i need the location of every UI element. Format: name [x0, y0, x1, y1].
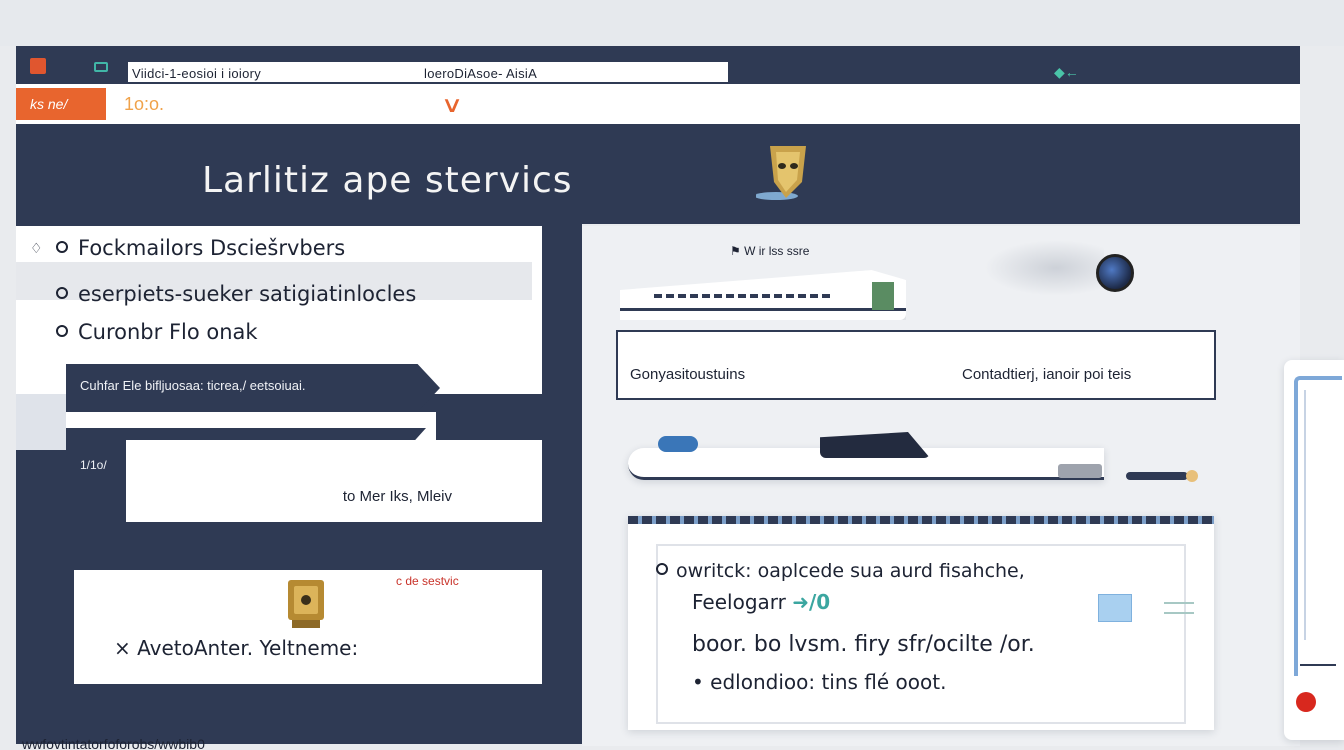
notice-line: • edlondioo: tins flé ooot.	[692, 670, 947, 694]
close-icon[interactable]	[30, 58, 46, 74]
tab-icon	[94, 62, 108, 72]
checkbox[interactable]	[1098, 594, 1132, 622]
ribbon-underlay	[66, 412, 436, 460]
list-item[interactable]: eserpiets-sueker satigiatinlocles	[56, 282, 416, 306]
filter-right-label: Contadtierj, ianoir poi teis	[962, 366, 1132, 383]
view-card[interactable]: to Mer Iks, Mleiv	[126, 440, 542, 522]
slider-baseline	[620, 308, 906, 311]
toggle-knob[interactable]	[658, 436, 698, 452]
expand-icon[interactable]: ♢	[30, 240, 43, 257]
notice-line: boor. bo lvsm. firy sfr/ocilte /or.	[692, 632, 1035, 657]
drag-handle[interactable]	[1058, 464, 1102, 478]
toggle-pill[interactable]	[820, 432, 930, 458]
list-item[interactable]: Fockmailors Dsciešrvbers	[56, 236, 345, 260]
notice-text: owritck: oaplcede sua aurd fisahche,	[676, 560, 1025, 582]
notice-card: owritck: oaplcede sua aurd fisahche, Fee…	[628, 516, 1214, 730]
chevron-down-icon[interactable]: ∨	[441, 92, 464, 118]
primary-action-button[interactable]: ks ne/	[16, 88, 106, 120]
notice-stripe	[628, 516, 1214, 524]
shield-icon	[756, 146, 806, 200]
footer-url[interactable]: wwfovtintatorfoforobs/wwbib0	[22, 736, 205, 750]
scroll-guide	[1304, 390, 1306, 640]
side-panel	[1284, 360, 1344, 740]
window-title-bar: Viidci-1-eosioi i ioiory loeroDiAsoe- Ai…	[16, 46, 1300, 84]
view-link[interactable]: to Mer Iks, Mleiv	[343, 488, 452, 505]
zoom-label: 1o:o.	[124, 94, 165, 114]
record-icon[interactable]	[1296, 692, 1316, 712]
list-item-label: eserpiets-sueker satigiatinlocles	[78, 282, 417, 306]
tab-primary[interactable]: Viidci-1-eosioi i ioiory	[132, 66, 261, 81]
list-item-label: Fockmailors Dsciešrvbers	[78, 236, 346, 260]
scroll-tick	[1300, 656, 1336, 666]
arrow-icon: ➜/0	[792, 590, 831, 614]
radio-icon	[56, 241, 68, 253]
version-label: 1/1o/	[80, 458, 107, 472]
page-title: Larlitiz ape stervics	[202, 160, 573, 201]
slider-handle[interactable]	[872, 282, 894, 310]
list-item[interactable]: Curonbr Flo onak	[56, 320, 258, 344]
welcome-card: c de sestvic × AvetoAnter. Yeltneme:	[74, 570, 542, 684]
notice-line: owritck: oaplcede sua aurd fisahche,	[656, 560, 1025, 582]
menu-icon[interactable]	[1164, 602, 1194, 614]
filter-field[interactable]: Gonyasitoustuins Contadtierj, ianoir poi…	[616, 330, 1216, 400]
lock-icon	[288, 580, 324, 628]
info-ribbon: Cuhfar Ele bifljuosaa: ticrea,/ eetsoiua…	[66, 364, 440, 412]
page-header: Larlitiz ape stervics	[16, 124, 1300, 224]
radio-icon	[656, 563, 668, 575]
toolbar: ks ne/ 1o:o. ∨	[16, 84, 1300, 124]
panel-gutter	[16, 394, 66, 450]
radio-icon	[56, 287, 68, 299]
sync-icon[interactable]: ◆←	[1054, 64, 1079, 81]
toggle-track[interactable]	[628, 426, 1104, 482]
background-decoration	[984, 240, 1104, 296]
globe-icon[interactable]	[1096, 254, 1134, 292]
notice-text: Feelogarr	[692, 590, 786, 614]
tab-secondary[interactable]: loeroDiAsoe- AisiA	[424, 66, 537, 81]
site-label: ⚑ W ir lss ssre	[730, 244, 810, 258]
filter-left-label: Gonyasitoustuins	[630, 366, 746, 383]
desktop-background	[0, 0, 1344, 46]
hint-text: c de sestvic	[396, 574, 459, 588]
pen-icon[interactable]	[1126, 470, 1198, 482]
list-item-label: Curonbr Flo onak	[78, 320, 258, 344]
scroll-rail[interactable]	[1294, 376, 1342, 676]
notice-line: Feelogarr ➜/0	[692, 590, 830, 614]
radio-icon	[56, 325, 68, 337]
slider-dashes	[654, 294, 830, 298]
ribbon-text: Cuhfar Ele bifljuosaa: ticrea,/ eetsoiua…	[80, 378, 306, 393]
welcome-text: × AvetoAnter. Yeltneme:	[114, 636, 359, 660]
